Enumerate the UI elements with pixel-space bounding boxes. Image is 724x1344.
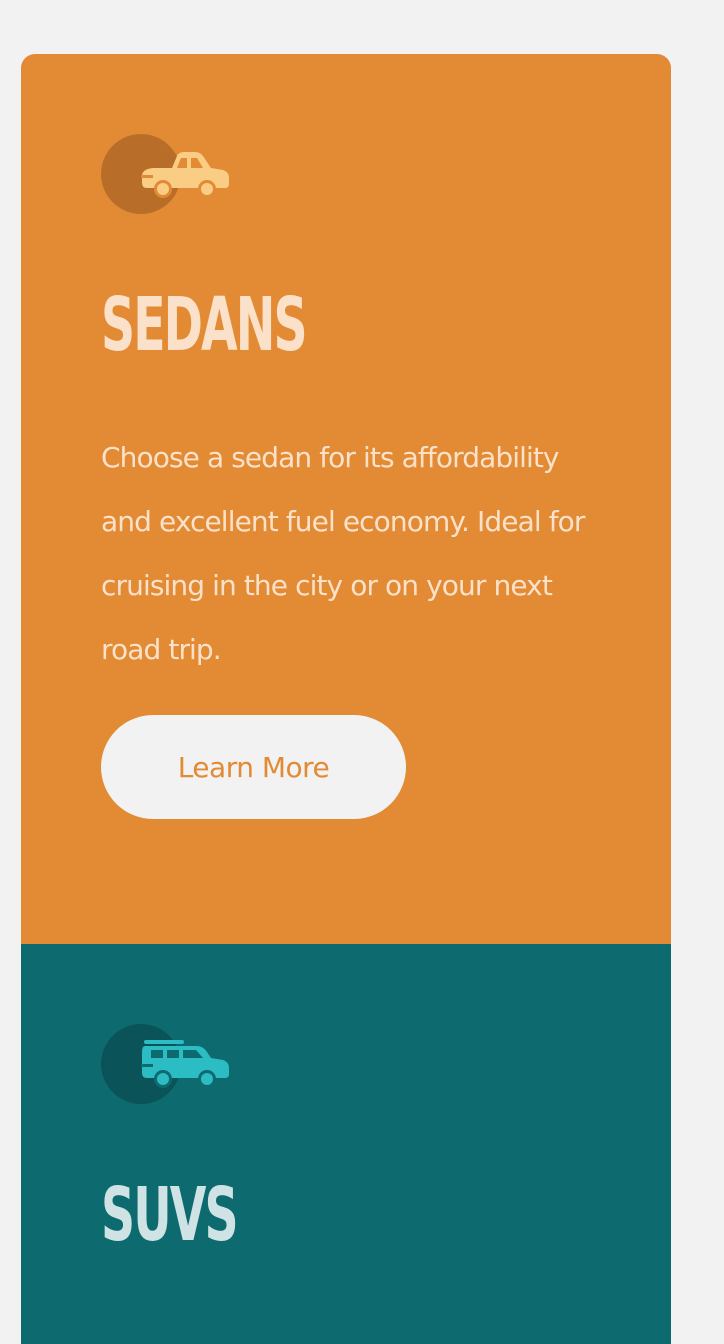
- suvs-card: SUVS: [21, 944, 671, 1344]
- car-category-cards: SEDANS Choose a sedan for its affordabil…: [21, 54, 671, 1344]
- suvs-title: SUVS: [101, 1172, 239, 1258]
- suv-icon: [141, 1040, 229, 1088]
- sedans-learn-more-button[interactable]: Learn More: [101, 715, 406, 819]
- sedan-icon: [141, 152, 229, 198]
- sedans-icon-badge: [101, 134, 241, 214]
- sedans-description: Choose a sedan for its affordability and…: [101, 441, 585, 666]
- sedans-title: SEDANS: [101, 282, 308, 368]
- suvs-icon-badge: [101, 1024, 241, 1104]
- sedans-card: SEDANS Choose a sedan for its affordabil…: [21, 54, 671, 944]
